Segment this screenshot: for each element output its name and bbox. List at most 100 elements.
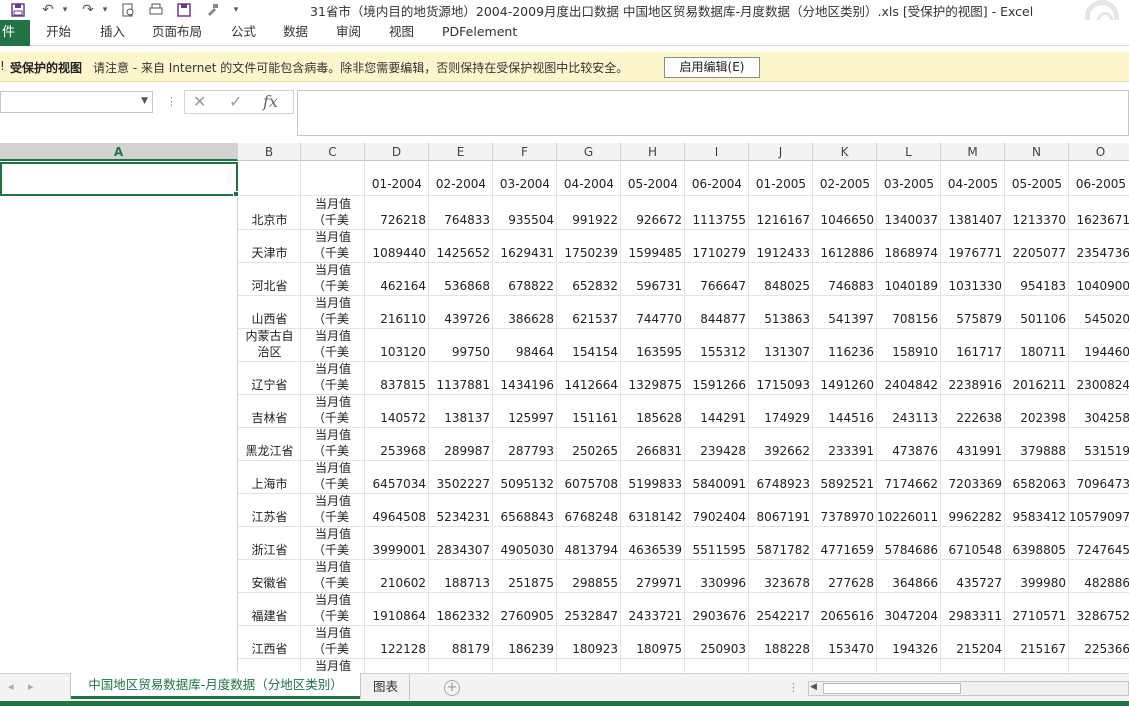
value-cell[interactable]: 138137 <box>429 410 490 426</box>
value-cell[interactable]: 1629431 <box>493 245 554 261</box>
value-cell[interactable]: 210602 <box>365 575 426 591</box>
region-cell[interactable]: 福建省 <box>238 608 301 624</box>
scroll-sheets-left-icon[interactable]: ◂ <box>8 680 14 693</box>
value-cell[interactable]: 2532847 <box>557 608 618 624</box>
tab-data[interactable]: 数据 <box>283 20 308 46</box>
date-header-cell[interactable]: 03-2005 <box>877 176 941 192</box>
unit-cell[interactable]: （千美 <box>301 212 365 228</box>
unit-cell[interactable]: （千美 <box>301 608 365 624</box>
value-cell[interactable]: 140572 <box>365 410 426 426</box>
value-cell[interactable]: 575879 <box>941 311 1002 327</box>
region-cell[interactable]: 河北省 <box>238 278 301 294</box>
value-cell[interactable]: 144516 <box>813 410 874 426</box>
column-header-k[interactable]: K <box>813 143 877 161</box>
value-cell[interactable]: 131307 <box>749 344 810 360</box>
unit-cell[interactable]: （千美 <box>301 410 365 426</box>
value-cell[interactable]: 1113755 <box>685 212 746 228</box>
tab-insert[interactable]: 插入 <box>100 20 125 46</box>
value-cell[interactable]: 1137881 <box>429 377 490 393</box>
region-cell[interactable]: 内蒙古自 <box>238 328 301 344</box>
value-cell[interactable]: 1912433 <box>749 245 810 261</box>
value-cell[interactable]: 1710279 <box>685 245 746 261</box>
region-cell[interactable]: 黑龙江省 <box>238 443 301 459</box>
save-icon[interactable] <box>10 0 26 20</box>
value-cell[interactable]: 202398 <box>1005 410 1066 426</box>
unit-cell[interactable]: （千美 <box>301 542 365 558</box>
date-header-cell[interactable]: 06-2005 <box>1069 176 1129 192</box>
value-cell[interactable]: 746883 <box>813 278 874 294</box>
value-cell[interactable]: 125997 <box>493 410 554 426</box>
value-cell[interactable]: 1340037 <box>877 212 938 228</box>
value-cell[interactable]: 2983311 <box>941 608 1002 624</box>
name-box[interactable]: ▼ <box>0 91 153 113</box>
save-as-icon[interactable] <box>174 0 194 20</box>
value-cell[interactable]: 4964508 <box>365 509 426 525</box>
value-cell[interactable]: 116236 <box>813 344 874 360</box>
value-cell[interactable]: 9583412 <box>1005 509 1066 525</box>
value-cell[interactable]: 1599485 <box>621 245 682 261</box>
value-cell[interactable]: 5871782 <box>749 542 810 558</box>
value-cell[interactable]: 330996 <box>685 575 746 591</box>
value-cell[interactable]: 7174662 <box>877 476 938 492</box>
date-header-cell[interactable]: 03-2004 <box>493 176 557 192</box>
column-header-f[interactable]: F <box>493 143 557 161</box>
format-painter-icon[interactable] <box>202 0 222 20</box>
unit-cell[interactable]: 当月值 <box>301 526 365 542</box>
value-cell[interactable]: 1623671 <box>1069 212 1129 228</box>
value-cell[interactable]: 7096473 <box>1069 476 1129 492</box>
unit-cell[interactable]: 当月值 <box>301 361 365 377</box>
value-cell[interactable]: 6582063 <box>1005 476 1066 492</box>
value-cell[interactable]: 844877 <box>685 311 746 327</box>
value-cell[interactable]: 513863 <box>749 311 810 327</box>
value-cell[interactable]: 1040900 <box>1069 278 1129 294</box>
undo-icon[interactable]: ↶ <box>38 0 58 20</box>
value-cell[interactable]: 379888 <box>1005 443 1066 459</box>
value-cell[interactable]: 2903676 <box>685 608 746 624</box>
value-cell[interactable]: 6748923 <box>749 476 810 492</box>
value-cell[interactable]: 2300824 <box>1069 377 1129 393</box>
region-cell[interactable]: 安徽省 <box>238 575 301 591</box>
value-cell[interactable]: 1750239 <box>557 245 618 261</box>
formula-input[interactable] <box>297 90 1129 136</box>
value-cell[interactable]: 954183 <box>1005 278 1066 294</box>
scroll-sheets-right-icon[interactable]: ▸ <box>28 680 34 693</box>
value-cell[interactable]: 1491260 <box>813 377 874 393</box>
value-cell[interactable]: 652832 <box>557 278 618 294</box>
add-sheet-icon[interactable]: + <box>444 680 460 696</box>
value-cell[interactable]: 215204 <box>941 641 1002 657</box>
value-cell[interactable]: 6568843 <box>493 509 554 525</box>
value-cell[interactable]: 250903 <box>685 641 746 657</box>
value-cell[interactable]: 99750 <box>429 344 490 360</box>
value-cell[interactable]: 98464 <box>493 344 554 360</box>
value-cell[interactable]: 289987 <box>429 443 490 459</box>
value-cell[interactable]: 935504 <box>493 212 554 228</box>
date-header-cell[interactable]: 05-2004 <box>621 176 685 192</box>
value-cell[interactable]: 482886 <box>1069 575 1129 591</box>
value-cell[interactable]: 194326 <box>877 641 938 657</box>
value-cell[interactable]: 122128 <box>365 641 426 657</box>
value-cell[interactable]: 6075708 <box>557 476 618 492</box>
region-cell[interactable]: 北京市 <box>238 212 301 228</box>
value-cell[interactable]: 7902404 <box>685 509 746 525</box>
value-cell[interactable]: 501106 <box>1005 311 1066 327</box>
value-cell[interactable]: 5511595 <box>685 542 746 558</box>
value-cell[interactable]: 1381407 <box>941 212 1002 228</box>
value-cell[interactable]: 764833 <box>429 212 490 228</box>
value-cell[interactable]: 5199833 <box>621 476 682 492</box>
column-header-m[interactable]: M <box>941 143 1005 161</box>
value-cell[interactable]: 5840091 <box>685 476 746 492</box>
column-a-cells[interactable] <box>0 197 238 673</box>
value-cell[interactable]: 596731 <box>621 278 682 294</box>
value-cell[interactable]: 266831 <box>621 443 682 459</box>
value-cell[interactable]: 536868 <box>429 278 490 294</box>
unit-cell[interactable]: 当月值 <box>301 328 365 344</box>
column-header-o[interactable]: O <box>1069 143 1129 161</box>
value-cell[interactable]: 1213370 <box>1005 212 1066 228</box>
value-cell[interactable]: 7247645 <box>1069 542 1129 558</box>
column-header-a[interactable]: A <box>0 143 238 161</box>
value-cell[interactable]: 250265 <box>557 443 618 459</box>
value-cell[interactable]: 180711 <box>1005 344 1066 360</box>
value-cell[interactable]: 304258 <box>1069 410 1129 426</box>
unit-cell[interactable]: 当月值 <box>301 493 365 509</box>
value-cell[interactable]: 473876 <box>877 443 938 459</box>
